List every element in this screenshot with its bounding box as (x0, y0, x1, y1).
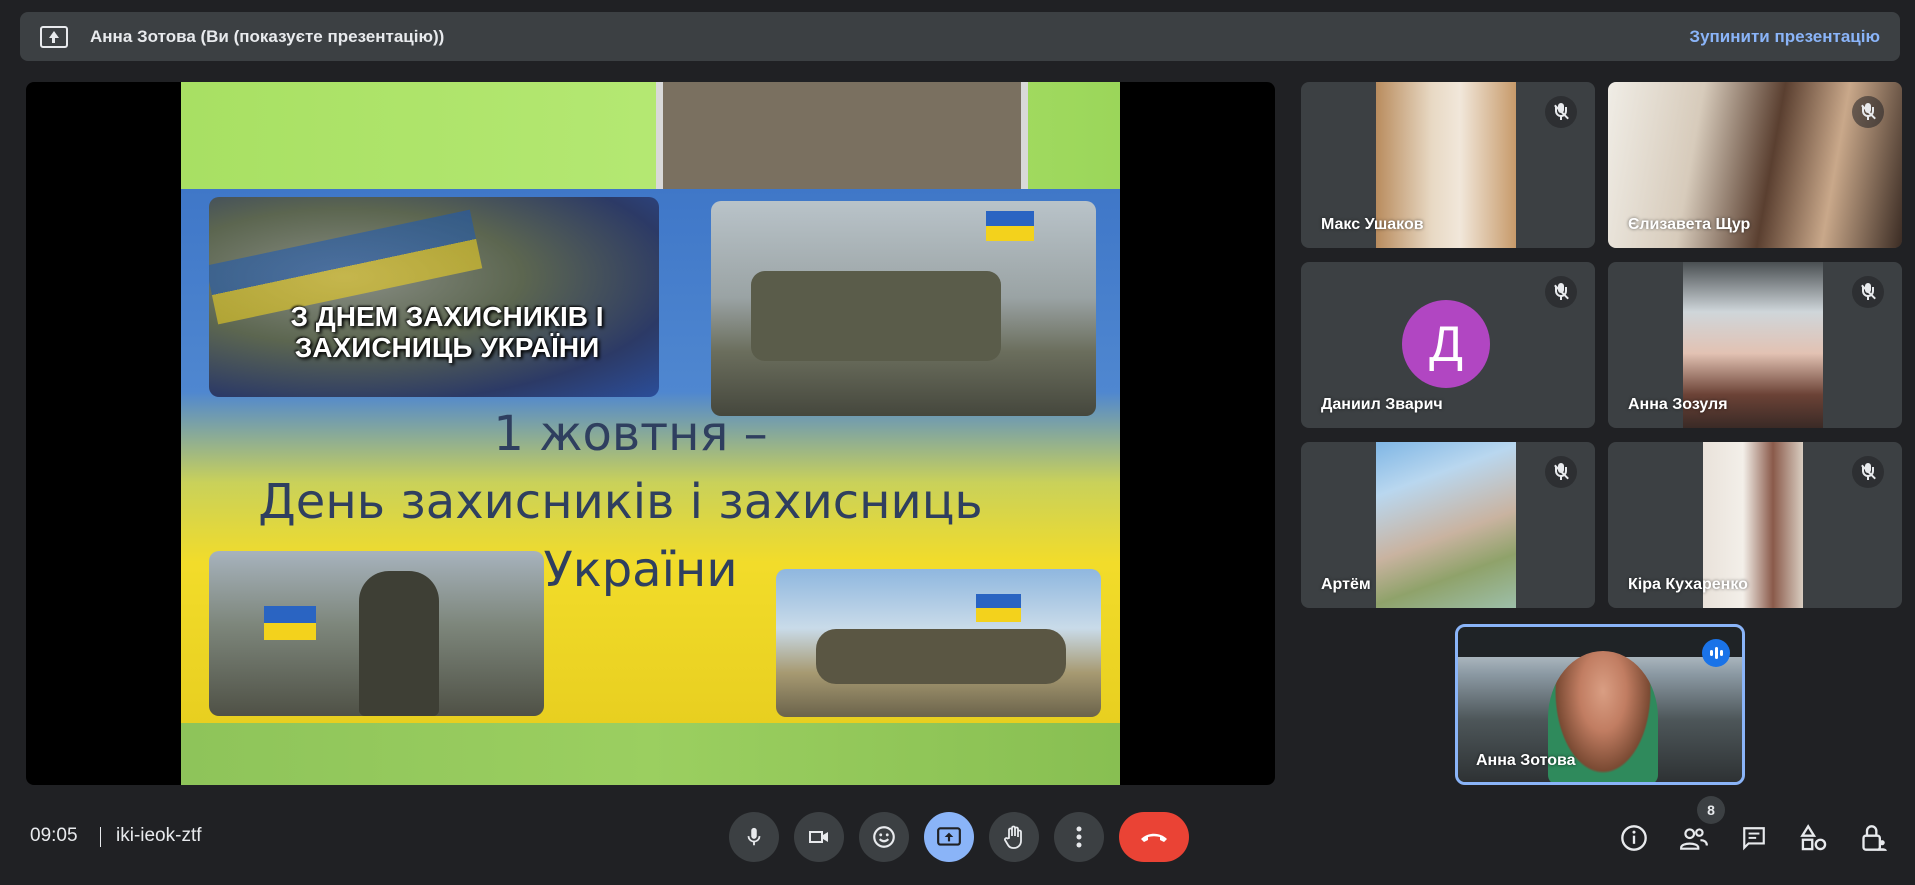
participant-name: Даниил Зварич (1321, 396, 1443, 413)
slide-photo-greeting: З ДНЕМ ЗАХИСНИКІВ І ЗАХИСНИЦЬ УКРАЇНИ (209, 197, 659, 397)
info-icon (1621, 825, 1647, 851)
participant-name: Артём (1321, 576, 1371, 593)
meeting-time: 09:05 (30, 825, 78, 846)
participant-name: Макс Ушаков (1321, 216, 1424, 233)
call-end-icon (1141, 833, 1167, 842)
chat-icon (1743, 827, 1765, 851)
slide-photo-soldiers-child (711, 201, 1096, 416)
present-button[interactable] (924, 812, 974, 862)
mic-icon (747, 827, 761, 846)
presentation-stage: З ДНЕМ ЗАХИСНИКІВ І ЗАХИСНИЦЬ УКРАЇНИ 1 … (26, 82, 1275, 785)
people-icon (1680, 828, 1708, 850)
stop-presenting-button[interactable]: Зупинити презентацію (1689, 27, 1880, 47)
participant-name: Єлизавета Щур (1628, 216, 1751, 233)
chat-button[interactable] (1736, 820, 1772, 856)
more-options-button[interactable] (1054, 812, 1104, 862)
armored-vehicle-image (751, 271, 1001, 361)
activities-icon (1800, 824, 1827, 851)
self-name: Анна Зотова (1476, 752, 1576, 769)
control-bar: 09:05 iki-ieok-ztf 8 (0, 796, 1915, 885)
slide-top-frame (656, 82, 1028, 189)
present-icon (937, 827, 961, 846)
present-screen-icon (40, 25, 68, 48)
participant-name: Кіра Кухаренко (1628, 576, 1748, 593)
mic-off-icon (1852, 96, 1884, 128)
participant-video (1376, 442, 1516, 608)
speaking-indicator-icon (1702, 639, 1730, 667)
self-view-tile[interactable]: Анна Зотова (1455, 624, 1745, 785)
camera-button[interactable] (794, 812, 844, 862)
more-vert-icon (1076, 826, 1082, 848)
participant-tile[interactable]: Д Даниил Зварич (1301, 262, 1595, 428)
participant-tile[interactable]: Анна Зозуля (1608, 262, 1902, 428)
ukraine-flag-image (976, 594, 1021, 622)
mic-off-icon (1545, 96, 1577, 128)
mic-off-icon (1545, 276, 1577, 308)
host-controls-button[interactable] (1856, 820, 1892, 856)
slide-photo-caption: З ДНЕМ ЗАХИСНИКІВ І ЗАХИСНИЦЬ УКРАЇНИ (290, 301, 604, 363)
participant-tile[interactable]: Артём (1301, 442, 1595, 608)
slide-text-holiday: День захисників і захисниць (258, 474, 983, 530)
mic-button[interactable] (729, 812, 779, 862)
divider (100, 827, 101, 847)
emoji-icon (873, 826, 895, 848)
participant-name: Анна Зозуля (1628, 396, 1728, 413)
reactions-button[interactable] (859, 812, 909, 862)
meeting-code[interactable]: iki-ieok-ztf (116, 825, 202, 847)
participant-tile[interactable]: Єлизавета Щур (1608, 82, 1902, 248)
presentation-slide: З ДНЕМ ЗАХИСНИКІВ І ЗАХИСНИЦЬ УКРАЇНИ 1 … (181, 82, 1120, 785)
camera-icon (809, 831, 828, 843)
people-button[interactable] (1676, 820, 1712, 856)
slide-text-country: України (543, 542, 738, 598)
slide-text-date: 1 жовтня – (493, 406, 768, 462)
raise-hand-button[interactable] (989, 812, 1039, 862)
hand-icon (1004, 825, 1022, 849)
participant-count-badge: 8 (1697, 796, 1725, 824)
lock-person-icon (1862, 825, 1887, 851)
meeting-info-button[interactable] (1616, 820, 1652, 856)
mic-off-icon (1852, 456, 1884, 488)
troops-image (816, 629, 1066, 684)
participant-tile[interactable]: Макс Ушаков (1301, 82, 1595, 248)
presentation-banner: Анна Зотова (Ви (показуєте презентацію))… (20, 12, 1900, 61)
mic-off-icon (1545, 456, 1577, 488)
slide-top-band (181, 82, 1120, 189)
mic-off-icon (1852, 276, 1884, 308)
ukraine-flag-image (986, 211, 1034, 241)
presenter-name: Анна Зотова (Ви (показуєте презентацію)) (90, 26, 445, 46)
activities-button[interactable] (1796, 820, 1832, 856)
avatar: Д (1402, 300, 1490, 388)
ukraine-flag-image (264, 606, 316, 640)
slide-bottom-band (181, 723, 1120, 785)
participant-tile[interactable]: Кіра Кухаренко (1608, 442, 1902, 608)
leave-call-button[interactable] (1119, 812, 1189, 862)
